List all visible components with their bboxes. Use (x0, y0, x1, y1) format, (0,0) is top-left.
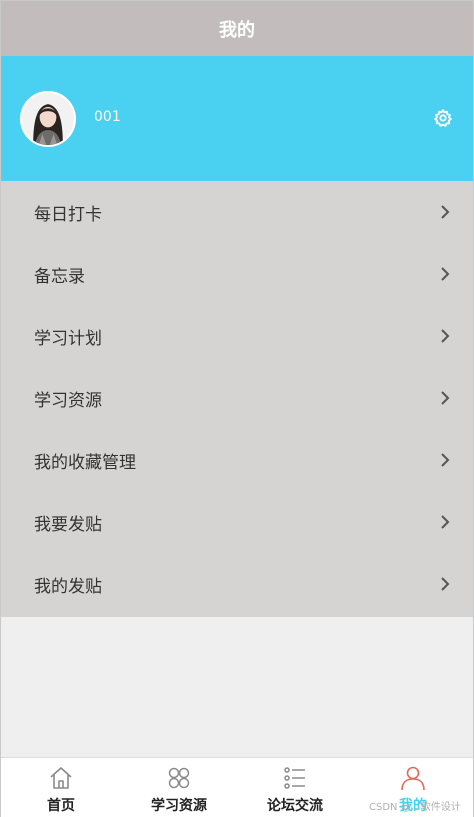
chevron-right-icon (439, 514, 451, 530)
menu-item-label: 我要发贴 (34, 514, 102, 535)
menu-item-new-post[interactable]: 我要发贴 (1, 491, 473, 553)
username: 001 (94, 109, 121, 125)
avatar[interactable] (20, 91, 76, 147)
chevron-right-icon (439, 204, 451, 220)
menu-item-study-plan[interactable]: 学习计划 (1, 305, 473, 367)
tab-label: 学习资源 (151, 798, 207, 814)
user-icon (399, 764, 427, 792)
chevron-right-icon (439, 452, 451, 468)
profile-card[interactable]: 001 (1, 56, 473, 181)
tab-home[interactable]: 首页 (35, 758, 87, 817)
settings-gear-icon[interactable] (433, 108, 453, 128)
menu-item-label: 每日打卡 (34, 204, 102, 225)
tab-label: 论坛交流 (267, 798, 323, 814)
menu-item-label: 备忘录 (34, 266, 85, 287)
menu-item-favorites[interactable]: 我的收藏管理 (1, 429, 473, 491)
menu-item-label: 我的收藏管理 (34, 452, 136, 473)
menu-item-label: 我的发贴 (34, 576, 102, 597)
tab-study-resources[interactable]: 学习资源 (141, 758, 217, 817)
list-icon (281, 764, 309, 792)
watermark: CSDN @…软件设计 (369, 802, 461, 813)
chevron-right-icon (439, 390, 451, 406)
chevron-right-icon (439, 328, 451, 344)
menu-item-study-resources[interactable]: 学习资源 (1, 367, 473, 429)
grid-icon (165, 764, 193, 792)
page-title: 我的 (219, 19, 255, 41)
chevron-right-icon (439, 576, 451, 592)
avatar-image (22, 93, 74, 145)
chevron-right-icon (439, 266, 451, 282)
tab-forum[interactable]: 论坛交流 (257, 758, 333, 817)
menu-list: 每日打卡 备忘录 学习计划 学习资源 我的收藏管理 我要发贴 我的发贴 (1, 181, 473, 617)
home-icon (47, 764, 75, 792)
app-frame: 我的 001 每日打卡 备忘录 学习计划 学习资源 我的收藏管理 我要发贴 我的… (0, 0, 474, 817)
menu-item-label: 学习计划 (34, 328, 102, 349)
menu-item-label: 学习资源 (34, 390, 102, 411)
top-header: 我的 (1, 1, 473, 56)
menu-item-daily-checkin[interactable]: 每日打卡 (1, 181, 473, 243)
menu-item-my-posts[interactable]: 我的发贴 (1, 553, 473, 615)
menu-item-memo[interactable]: 备忘录 (1, 243, 473, 305)
tab-label: 首页 (47, 798, 75, 814)
